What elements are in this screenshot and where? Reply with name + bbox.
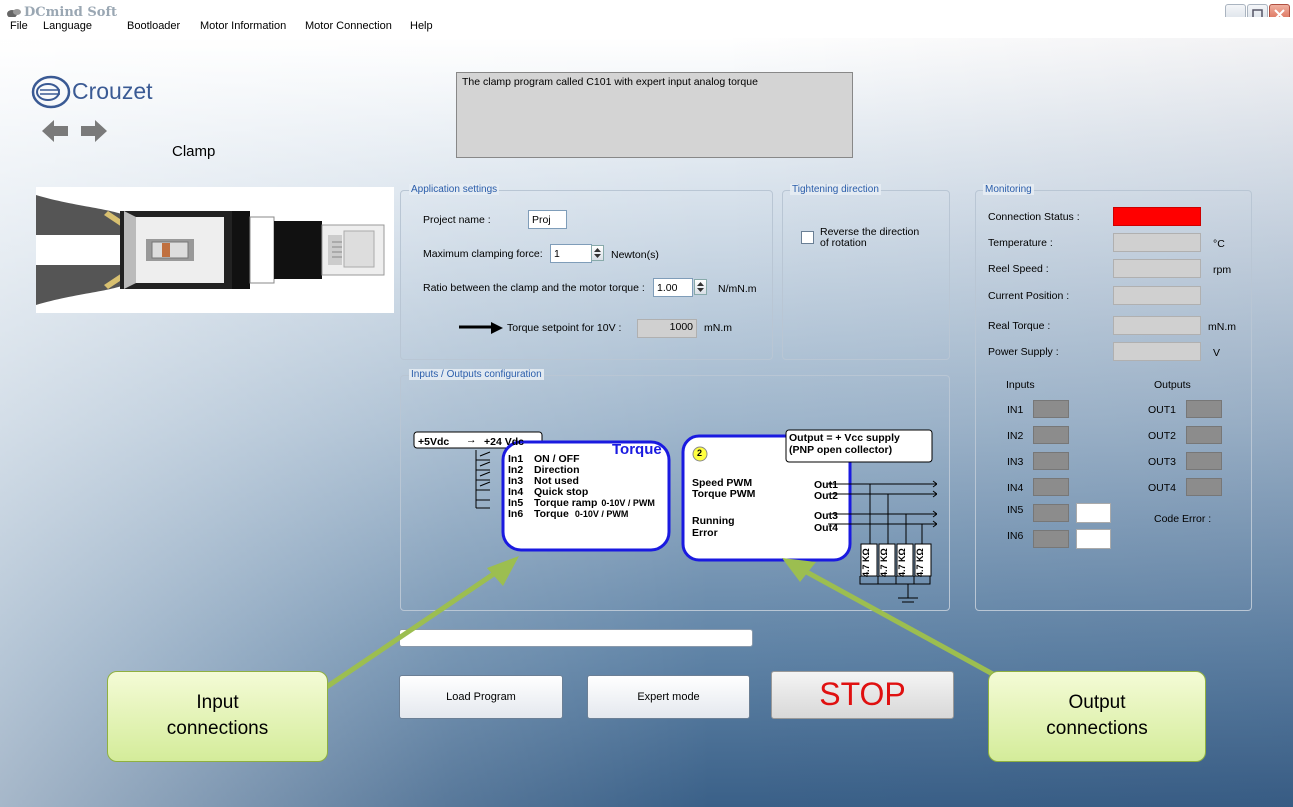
menu-bar [0,17,1293,38]
output-connections-callout: Output connections [988,671,1206,762]
input-connections-callout: Input connections [107,671,328,762]
menu-file[interactable]: File [10,20,28,32]
menu-motor-connection[interactable]: Motor Connection [305,20,392,32]
menu-language[interactable]: Language [43,20,92,32]
menu-motor-information[interactable]: Motor Information [200,20,286,32]
menu-help[interactable]: Help [410,20,433,32]
menu-bootloader[interactable]: Bootloader [127,20,180,32]
